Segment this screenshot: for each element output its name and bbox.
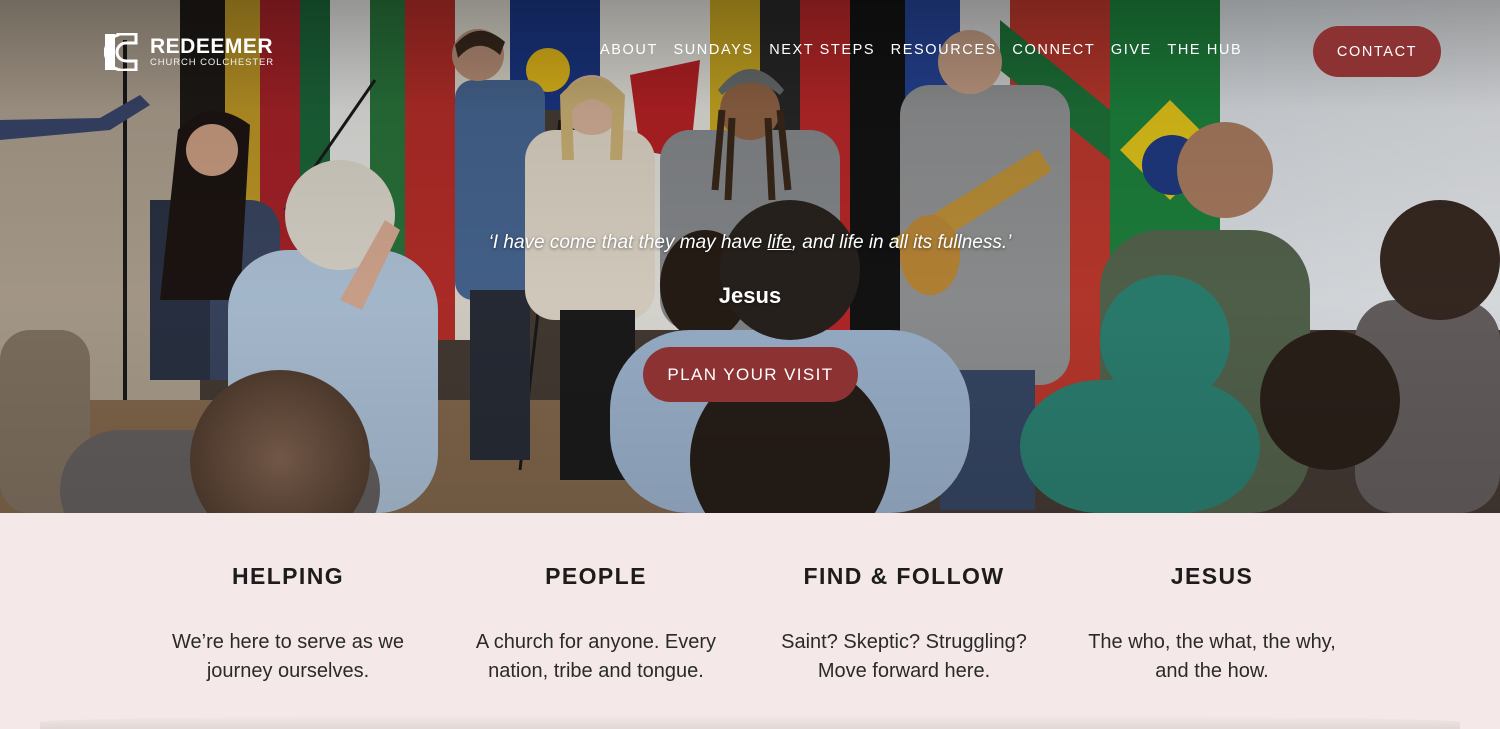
feature-helping[interactable]: HELPING We’re here to serve as we journey… [138, 563, 438, 686]
feature-description: A church for anyone. Every nation, tribe … [446, 628, 746, 686]
feature-title: HELPING [231, 563, 345, 589]
logo-subtitle: CHURCH COLCHESTER [150, 57, 275, 69]
main-nav: ABOUT SUNDAYS NEXT STEPS RESOURCES CONNE… [600, 42, 1258, 58]
feature-description: We’re here to serve as we journey ourselv… [138, 628, 438, 686]
feature-find-follow[interactable]: FIND & FOLLOW Saint? Skeptic? Struggling… [754, 563, 1054, 686]
logo-text: REDEEMER CHURCH COLCHESTER [150, 36, 274, 68]
feature-line: nation, tribe and tongue. [488, 660, 704, 682]
nav-sundays[interactable]: SUNDAYS [673, 42, 753, 58]
features-section: HELPING We’re here to serve as we journey… [0, 513, 1500, 729]
nav-give[interactable]: GIVE [1111, 42, 1152, 58]
feature-people[interactable]: PEOPLE A church for anyone. Every nation,… [446, 563, 746, 686]
feature-title: PEOPLE [545, 563, 647, 589]
feature-title: JESUS [1170, 563, 1254, 589]
feature-line: The who, the what, the why, [1088, 631, 1336, 653]
nav-the-hub[interactable]: THE HUB [1167, 42, 1242, 58]
feature-line: Move forward here. [817, 660, 991, 682]
feature-jesus[interactable]: JESUS The who, the what, the why, and the… [1062, 563, 1362, 686]
quote-text-end: , and life in all its fullness.’ [791, 232, 1012, 253]
plan-your-visit-button[interactable]: PLAN YOUR VISIT [643, 347, 858, 402]
nav-connect[interactable]: CONNECT [1012, 42, 1095, 58]
site-logo[interactable]: REDEEMER CHURCH COLCHESTER [104, 32, 274, 72]
nav-about[interactable]: ABOUT [600, 42, 658, 58]
hero-section: REDEEMER CHURCH COLCHESTER ABOUT SUNDAYS… [0, 0, 1500, 513]
feature-line: journey ourselves. [206, 660, 370, 682]
quote-author: Jesus [718, 283, 782, 308]
feature-line: Saint? Skeptic? Struggling? [781, 631, 1027, 653]
feature-title: FIND & FOLLOW [803, 563, 1005, 589]
feature-line: We’re here to serve as we [172, 631, 404, 653]
hero-overlay [0, 0, 1500, 513]
contact-button[interactable]: CONTACT [1313, 26, 1441, 77]
redeemer-logo-icon [104, 33, 138, 71]
feature-description: The who, the what, the why, and the how. [1062, 628, 1362, 686]
logo-name: REDEEMER [150, 35, 274, 59]
quote-underlined-word: life [767, 232, 792, 253]
feature-line: A church for anyone. Every [475, 631, 717, 653]
feature-line: and the how. [1155, 660, 1269, 682]
feature-description: Saint? Skeptic? Struggling? Move forward … [754, 628, 1054, 686]
hero-quote: ‘I have come that they may have life, an… [0, 232, 1500, 254]
nav-resources[interactable]: RESOURCES [891, 42, 997, 58]
section-bottom-shadow [40, 715, 1460, 729]
quote-text-start: ‘I have come that they may have [488, 232, 768, 253]
nav-next-steps[interactable]: NEXT STEPS [769, 42, 875, 58]
